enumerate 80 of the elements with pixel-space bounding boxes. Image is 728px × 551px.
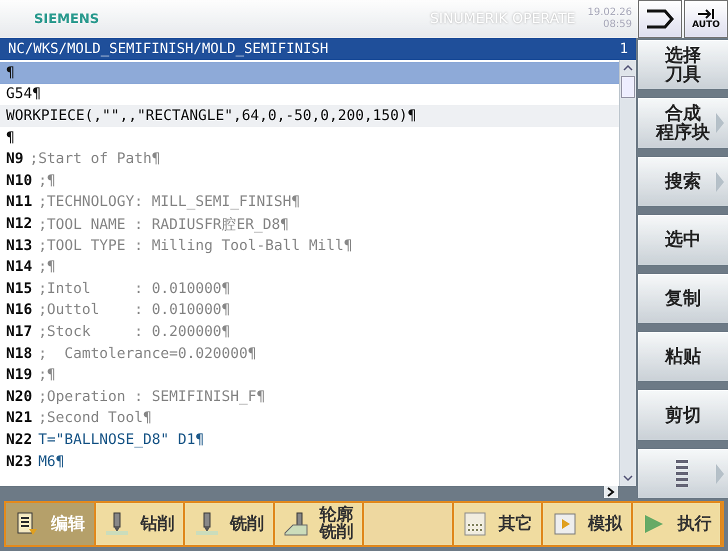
code-text: ;Stock : 0.200000¶ [38, 324, 230, 340]
tab[interactable]: 轮廓 铣削 [274, 503, 364, 545]
code-line[interactable]: N12 ;TOOL NAME : RADIUSFR腔ER_D8¶ [0, 213, 619, 235]
block-number: N11 [6, 194, 32, 210]
code-text: WORKPIECE(,"",,"RECTANGLE",64,0,-50,0,200,150)¶ [6, 108, 416, 124]
softkey-button[interactable] [638, 448, 728, 498]
block-number: N20 [6, 388, 32, 405]
code-text: ;Operation : SEMIFINISH_F¶ [38, 388, 266, 405]
block-number: N14 [6, 259, 32, 276]
code-line[interactable]: N13 ;TOOL TYPE : Milling Tool-Ball Mill¶ [0, 234, 619, 256]
softkey-button[interactable]: 选择 刀具 [638, 40, 728, 90]
code-line[interactable]: N9 ;Start of Path¶ [0, 148, 619, 170]
scroll-right-icon[interactable] [604, 486, 618, 498]
block-number: N17 [6, 324, 32, 340]
softkey-button[interactable]: 粘贴 [638, 332, 728, 382]
code-text: ;TOOL TYPE : Milling Tool-Ball Mill¶ [38, 238, 352, 254]
code-text: ;¶ [38, 172, 56, 189]
softkey-button[interactable]: 搜索 [638, 156, 728, 206]
block-number: N19 [6, 367, 32, 384]
block-number: N23 [6, 454, 32, 470]
scroll-thumb[interactable] [621, 76, 635, 98]
arrow-icon [696, 8, 716, 20]
code-line[interactable]: N10 ;¶ [0, 170, 619, 192]
code-line[interactable]: G54¶ [0, 84, 619, 106]
code-line[interactable]: ¶ [0, 126, 619, 148]
code-text: ;Start of Path¶ [29, 151, 160, 168]
tab[interactable]: 执行 [632, 503, 722, 545]
code-text: ¶ [6, 64, 15, 81]
block-number: N9 [6, 151, 24, 168]
drill-icon [104, 511, 130, 538]
code-text: ;TOOL NAME : RADIUSFR腔ER_D8¶ [38, 216, 289, 234]
softkey-button[interactable]: 合成 程序块 [638, 98, 728, 148]
code-line[interactable]: N17 ;Stock : 0.200000¶ [0, 321, 619, 343]
tab[interactable]: 铣削 [185, 503, 274, 545]
code-line[interactable]: N16 ;Outtol : 0.010000¶ [0, 300, 619, 322]
code-text: ;Intol : 0.010000¶ [38, 280, 230, 297]
nc-program-icon [462, 511, 488, 538]
block-number: N12 [6, 216, 32, 232]
code-text: ; Camtolerance=0.020000¶ [38, 346, 256, 362]
brand-logo: SIEMENS [34, 12, 100, 27]
code-line[interactable]: N21 ;Second Tool¶ [0, 408, 619, 430]
code-text: ;Second Tool¶ [38, 410, 152, 426]
softkey-button[interactable]: 选中 [638, 215, 728, 265]
tab[interactable]: 其它 [454, 503, 543, 545]
vertical-scrollbar[interactable] [619, 60, 636, 486]
code-text: ;Outtol : 0.010000¶ [38, 302, 230, 318]
block-number: N15 [6, 280, 32, 297]
code-text: ;TECHNOLOGY: MILL_SEMI_FINISH¶ [38, 194, 300, 210]
code-text: G54¶ [6, 86, 41, 102]
code-line[interactable]: N15 ;Intol : 0.010000¶ [0, 278, 619, 300]
time-text: 08:59 [603, 19, 632, 32]
code-text: ;¶ [38, 367, 56, 384]
channel-number: 1 [620, 41, 628, 58]
tab[interactable]: 模拟 [543, 503, 632, 545]
code-text: ¶ [6, 130, 15, 146]
block-number: N22 [6, 432, 32, 448]
code-line[interactable]: N22 T="BALLNOSE_D8" D1¶ [0, 429, 619, 451]
milling-cutter-icon [194, 511, 220, 538]
block-number: N18 [6, 346, 32, 362]
code-line[interactable]: N14 ;¶ [0, 256, 619, 278]
block-number: N10 [6, 172, 32, 189]
tab[interactable]: 钻削 [96, 503, 185, 545]
code-line[interactable]: N11 ;TECHNOLOGY: MILL_SEMI_FINISH¶ [0, 192, 619, 214]
softkey-button[interactable]: 剪切 [638, 390, 728, 440]
block-number: N16 [6, 302, 32, 318]
block-number: N13 [6, 238, 32, 254]
auto-button[interactable]: AUTO [684, 0, 728, 38]
block-number: N21 [6, 410, 32, 426]
contour-milling-icon [283, 511, 310, 538]
code-line[interactable]: N19 ;¶ [0, 364, 619, 386]
date-text: 19.02.26 [587, 7, 632, 20]
code-text: ;¶ [38, 259, 56, 276]
code-line[interactable]: N23 M6¶ [0, 450, 619, 472]
code-line[interactable]: N20 ;Operation : SEMIFINISH_F¶ [0, 386, 619, 408]
code-text: M6¶ [38, 454, 64, 470]
softkey-button[interactable]: 复制 [638, 274, 728, 323]
program-path: NC/WKS/MOLD_SEMIFINISH/MOLD_SEMIFINISH [8, 41, 328, 58]
play-icon [552, 511, 578, 538]
code-text: T="BALLNOSE_D8" D1¶ [38, 432, 204, 448]
code-line[interactable]: N18 ; Camtolerance=0.020000¶ [0, 342, 619, 364]
